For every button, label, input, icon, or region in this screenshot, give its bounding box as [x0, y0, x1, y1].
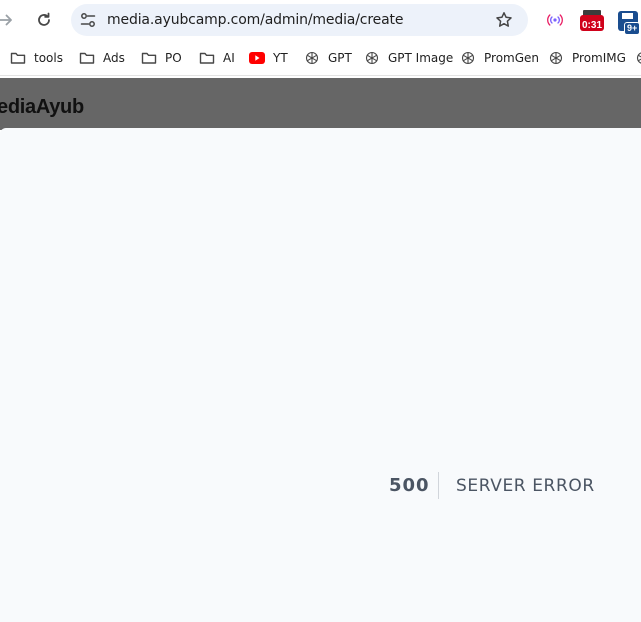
bookmark-gpt-image[interactable]: GPT Image	[364, 48, 453, 68]
bookmark-label: GPT Image	[388, 51, 454, 65]
folder-icon	[79, 50, 95, 66]
broadcast-extension-button[interactable]	[546, 7, 564, 33]
bookmark-label: PromIMG	[572, 51, 626, 65]
bookmark-label: PO	[165, 51, 182, 65]
app-brand[interactable]: ediaAyub	[0, 96, 84, 119]
app-header	[0, 78, 641, 130]
address-url[interactable]: media.ayubcamp.com/admin/media/create	[107, 4, 404, 36]
timer-extension-button[interactable]: 0:31	[579, 7, 605, 33]
error-divider	[438, 472, 439, 499]
timer-badge: 0:31	[582, 20, 603, 31]
broadcast-icon	[547, 14, 563, 26]
page-body	[0, 128, 641, 622]
reload-button[interactable]	[32, 8, 56, 32]
openai-icon	[364, 50, 380, 66]
arrow-right-icon	[0, 14, 12, 26]
bookmark-label: GPT	[328, 51, 352, 65]
bookmark-label: PromGen	[484, 51, 540, 65]
bookmark-ads[interactable]: Ads	[79, 48, 125, 68]
bookmark-star-icon[interactable]	[495, 11, 513, 34]
reload-icon	[38, 12, 50, 26]
save-badge: 9+	[624, 22, 641, 35]
folder-icon	[10, 50, 26, 66]
bookmark-label: tools	[34, 51, 63, 65]
bookmark-yt[interactable]: YT	[249, 48, 288, 68]
openai-icon	[304, 50, 320, 66]
site-settings-icon[interactable]	[79, 11, 97, 34]
bookmark-label: AI	[223, 51, 235, 65]
bookmark-label: YT	[273, 51, 288, 65]
bookmark-promgen[interactable]: PromGen	[460, 48, 539, 68]
bookmark-label: Ads	[103, 51, 125, 65]
bookmark-ai[interactable]: AI	[199, 48, 235, 68]
browser-toolbar: media.ayubcamp.com/admin/media/create 0:…	[0, 0, 641, 40]
error-message: SERVER ERROR	[456, 476, 595, 496]
folder-icon	[141, 50, 157, 66]
bookmark-po[interactable]: PO	[141, 48, 182, 68]
folder-icon	[199, 50, 215, 66]
openai-icon	[635, 50, 641, 66]
openai-icon	[548, 50, 564, 66]
forward-button[interactable]	[0, 8, 18, 32]
bookmark-overflow[interactable]	[635, 48, 641, 68]
youtube-icon	[249, 50, 265, 66]
save-extension-button[interactable]: 9+	[617, 7, 641, 35]
bookmarks-bar: tools Ads PO AI YT GPT GPT Image PromGen…	[0, 40, 641, 76]
bookmark-gpt[interactable]: GPT	[304, 48, 352, 68]
address-bar[interactable]: media.ayubcamp.com/admin/media/create	[71, 4, 528, 36]
bookmark-tools[interactable]: tools	[10, 48, 63, 68]
bookmark-promimg[interactable]: PromIMG	[548, 48, 626, 68]
openai-icon	[460, 50, 476, 66]
error-code: 500	[389, 475, 430, 496]
